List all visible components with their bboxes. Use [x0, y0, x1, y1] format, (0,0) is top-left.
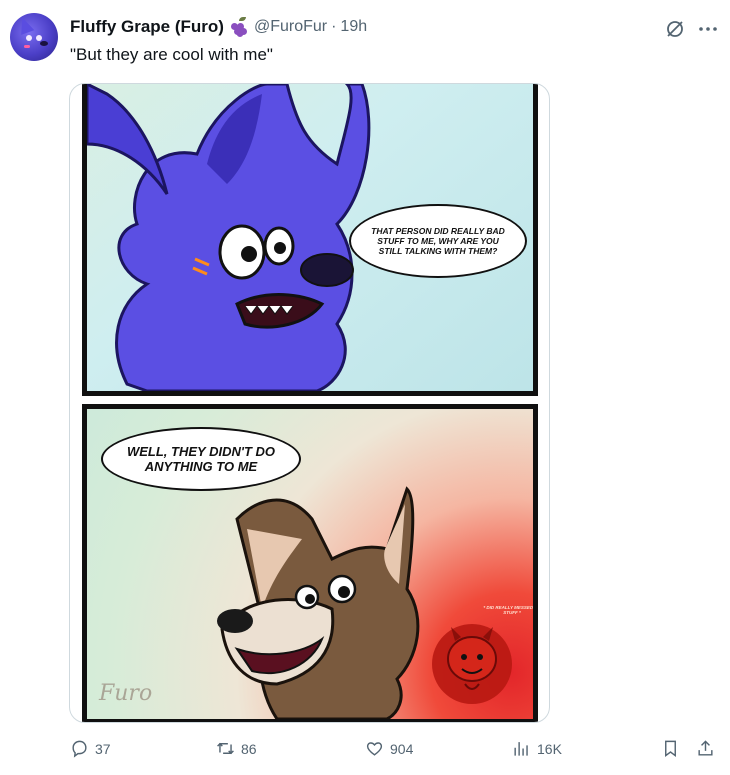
- share-icon: [698, 740, 713, 756]
- avatar-nose: [40, 41, 48, 46]
- more-icon[interactable]: [697, 18, 719, 40]
- avatar[interactable]: [10, 13, 58, 61]
- user-handle[interactable]: @FuroFur: [254, 18, 327, 36]
- bookmark-icon: [665, 740, 676, 758]
- views-icon: [514, 742, 528, 756]
- speech-bubble-top: THAT PERSON DID REALLY BAD STUFF TO ME, …: [349, 204, 527, 278]
- devil-caption: * DID REALLY MESSED UP STUFF *: [483, 605, 538, 615]
- like-button[interactable]: 904: [365, 739, 413, 758]
- avatar-eye: [26, 35, 32, 41]
- avatar-blush: [24, 45, 30, 48]
- tweet-actions: 37 86 904 16K: [0, 739, 730, 763]
- avatar-ear: [15, 15, 35, 35]
- timestamp[interactable]: 19h: [340, 18, 367, 36]
- views-count: 16K: [537, 740, 562, 757]
- reply-button[interactable]: 37: [70, 739, 111, 758]
- grape-icon: [229, 17, 249, 37]
- comic-panel-top: THAT PERSON DID REALLY BAD STUFF TO ME, …: [82, 84, 538, 396]
- separator-dot: ·: [331, 18, 337, 35]
- reply-count: 37: [95, 740, 111, 757]
- artist-signature: Furo: [99, 681, 153, 706]
- comic-panel-bottom: WELL, THEY DIDN'T DO ANYTHING TO ME * DI…: [82, 404, 538, 722]
- display-name[interactable]: Fluffy Grape (Furo): [70, 17, 224, 37]
- heart-icon: [366, 742, 383, 756]
- repost-button[interactable]: 86: [216, 739, 257, 758]
- speech-bubble-bottom: WELL, THEY DIDN'T DO ANYTHING TO ME: [101, 427, 301, 491]
- bookmark-button[interactable]: [661, 739, 686, 758]
- avatar-eye: [36, 35, 42, 41]
- tweet-media[interactable]: THAT PERSON DID REALLY BAD STUFF TO ME, …: [69, 83, 550, 723]
- tweet-text: "But they are cool with me": [70, 45, 273, 64]
- views-button[interactable]: 16K: [512, 739, 562, 758]
- tweet-header: Fluffy Grape (Furo) @FuroFur · 19h: [70, 15, 367, 39]
- grok-icon[interactable]: [665, 19, 685, 39]
- reply-icon: [72, 740, 87, 758]
- share-button[interactable]: [696, 739, 721, 758]
- repost-count: 86: [241, 740, 257, 757]
- repost-icon: [217, 742, 234, 755]
- like-count: 904: [390, 740, 414, 757]
